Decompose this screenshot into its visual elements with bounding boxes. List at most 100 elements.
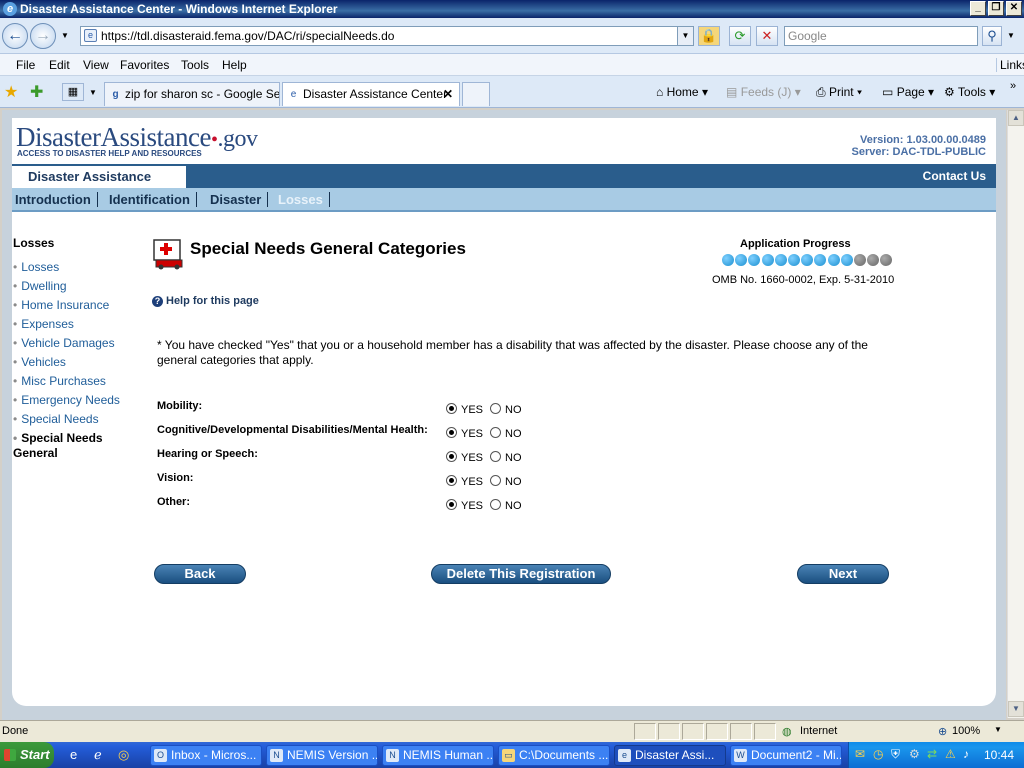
menu-tools[interactable]: Tools <box>181 58 209 72</box>
menu-favorites[interactable]: Favorites <box>120 58 169 72</box>
yes-label: YES <box>461 452 484 464</box>
sidebar-item-label: Misc Purchases <box>21 374 106 388</box>
refresh-icon[interactable]: ⟳ <box>729 26 751 46</box>
taskbar-item-document2[interactable]: W Document2 - Mi... <box>730 745 842 766</box>
close-tab-icon[interactable]: ✕ <box>443 83 453 105</box>
sidebar-item-misc-purchases[interactable]: • Misc Purchases <box>13 372 143 391</box>
no-radio[interactable] <box>490 451 501 462</box>
quick-tabs-icon[interactable]: ▦ <box>62 83 84 101</box>
site-logo[interactable]: DisasterAssistance•.gov ACCESS TO DISAST… <box>14 122 258 164</box>
ie-quicklaunch-icon[interactable]: e <box>70 747 77 762</box>
no-radio[interactable] <box>490 475 501 486</box>
network-tray-icon[interactable]: ⇄ <box>927 747 937 761</box>
feeds-button[interactable]: ▤ Feeds (J) ▾ <box>726 85 801 99</box>
no-radio[interactable] <box>490 499 501 510</box>
zoom-dropdown[interactable]: ▼ <box>994 725 1002 734</box>
sidebar-item-home-insurance[interactable]: • Home Insurance <box>13 296 143 315</box>
yes-radio[interactable] <box>446 427 457 438</box>
sidebar-item-expenses[interactable]: • Expenses <box>13 315 143 334</box>
contact-us-link[interactable]: Contact Us <box>923 169 986 183</box>
nav-disaster[interactable]: Disaster <box>210 192 269 207</box>
shield-tray-icon[interactable]: ⛨ <box>891 747 900 762</box>
menu-help[interactable]: Help <box>222 58 247 72</box>
sidebar-item-emergency-needs[interactable]: • Emergency Needs <box>13 391 143 410</box>
next-button[interactable]: Next <box>797 564 889 584</box>
ie2-quicklaunch-icon[interactable]: ℯ <box>94 747 102 763</box>
scroll-up-arrow-icon[interactable]: ▲ <box>1008 110 1024 126</box>
favorites-star-icon[interactable]: ★ <box>4 82 18 102</box>
close-window-button[interactable]: ✕ <box>1006 1 1022 16</box>
print-button[interactable]: ⎙ Print ▾ <box>816 85 862 100</box>
clock-tray-icon[interactable]: ◷ <box>873 747 883 761</box>
search-icon[interactable]: ⚲ <box>982 26 1002 46</box>
intro-text: * You have checked "Yes" that you or a h… <box>157 338 868 367</box>
yes-radio[interactable] <box>446 475 457 486</box>
yes-radio[interactable] <box>446 451 457 462</box>
search-options-dropdown[interactable]: ▼ <box>1007 31 1015 40</box>
sidebar-item-special-needs[interactable]: • Special Needs <box>13 410 143 429</box>
stop-icon[interactable]: ✕ <box>756 26 778 46</box>
menu-file[interactable]: File <box>16 58 35 72</box>
search-input[interactable]: Google <box>784 26 978 46</box>
progress-dot <box>761 254 774 266</box>
tab-list-dropdown[interactable]: ▼ <box>89 88 97 97</box>
sidebar-item-losses[interactable]: • Losses <box>13 258 143 277</box>
nav-identification[interactable]: Identification <box>109 192 197 207</box>
taskbar-item-label: C:\Documents ... <box>519 748 609 762</box>
yes-radio[interactable] <box>446 499 457 510</box>
sidebar-item-dwelling[interactable]: • Dwelling <box>13 277 143 296</box>
nav-introduction[interactable]: Introduction <box>15 192 98 207</box>
print-label: Print <box>828 85 854 99</box>
settings-tray-icon[interactable]: ⚙ <box>909 747 920 761</box>
sidebar-item-vehicle-damages[interactable]: • Vehicle Damages <box>13 334 143 353</box>
taskbar-item-nemis-version[interactable]: N NEMIS Version ... <box>266 745 378 766</box>
progress-label: Application Progress <box>740 238 851 250</box>
no-radio[interactable] <box>490 403 501 414</box>
back-button[interactable]: Back <box>154 564 246 584</box>
taskbar-item-disaster-assistance[interactable]: e Disaster Assi... <box>614 745 726 766</box>
menu-edit[interactable]: Edit <box>49 58 70 72</box>
tab-google[interactable]: g zip for sharon sc - Google Se... <box>104 82 280 106</box>
volume-tray-icon[interactable]: ♪ <box>963 747 969 761</box>
menu-view[interactable]: View <box>83 58 109 72</box>
back-arrow-icon[interactable]: ← <box>2 23 28 49</box>
nav-losses[interactable]: Losses <box>278 192 330 207</box>
sidebar-item-vehicles[interactable]: • Vehicles <box>13 353 143 372</box>
help-link[interactable]: ? Help for this page <box>152 295 259 307</box>
forward-arrow-icon[interactable]: → <box>30 23 56 49</box>
zone-text[interactable]: Internet <box>800 725 837 737</box>
start-button[interactable]: Start <box>0 742 54 768</box>
taskbar-item-documents[interactable]: ▭ C:\Documents ... <box>498 745 610 766</box>
yes-radio[interactable] <box>446 403 457 414</box>
security-tray-icon[interactable]: ⚠ <box>945 747 956 761</box>
lock-icon[interactable]: 🔒 <box>698 26 720 46</box>
add-favorite-icon[interactable]: ✚ <box>30 82 43 102</box>
sidebar: Losses • Losses • Dwelling • Home Insurance… <box>13 236 143 461</box>
taskbar-item-inbox[interactable]: O Inbox - Micros... <box>150 745 262 766</box>
section-label: Disaster Assistance <box>12 164 186 188</box>
outlook-quicklaunch-icon[interactable]: ◎ <box>118 747 129 763</box>
recent-pages-dropdown[interactable]: ▼ <box>61 31 69 40</box>
clock[interactable]: 10:44 <box>984 748 1014 762</box>
new-tab-button[interactable] <box>462 82 490 106</box>
chevron-more-icon[interactable]: » <box>1010 80 1016 92</box>
scroll-down-arrow-icon[interactable]: ▼ <box>1008 701 1024 717</box>
zoom-level[interactable]: 100% <box>952 725 980 737</box>
no-radio[interactable] <box>490 427 501 438</box>
address-dropdown[interactable]: ▼ <box>677 27 693 45</box>
minimize-button[interactable]: _ <box>970 1 986 16</box>
home-button[interactable]: ⌂ Home ▾ <box>656 85 708 99</box>
sidebar-item-label: Special Needs <box>21 412 99 426</box>
tab-disaster-assistance[interactable]: e Disaster Assistance Center ✕ <box>282 82 460 106</box>
taskbar-item-nemis-human[interactable]: N NEMIS Human ... <box>382 745 494 766</box>
delete-registration-button[interactable]: Delete This Registration <box>431 564 611 584</box>
restore-button[interactable]: ❐ <box>988 1 1004 16</box>
status-panel <box>730 723 752 740</box>
tools-button[interactable]: ⚙ Tools ▾ <box>944 85 995 99</box>
address-input[interactable]: e https://tdl.disasteraid.fema.gov/DAC/r… <box>80 26 694 46</box>
vertical-scrollbar[interactable]: ▲ ▼ <box>1007 110 1024 718</box>
mail-tray-icon[interactable]: ✉ <box>855 747 865 761</box>
links-button[interactable]: Links <box>996 58 1024 72</box>
tab-disaster-label: Disaster Assistance Center <box>303 87 448 101</box>
page-button[interactable]: ▭ Page ▾ <box>882 85 934 99</box>
